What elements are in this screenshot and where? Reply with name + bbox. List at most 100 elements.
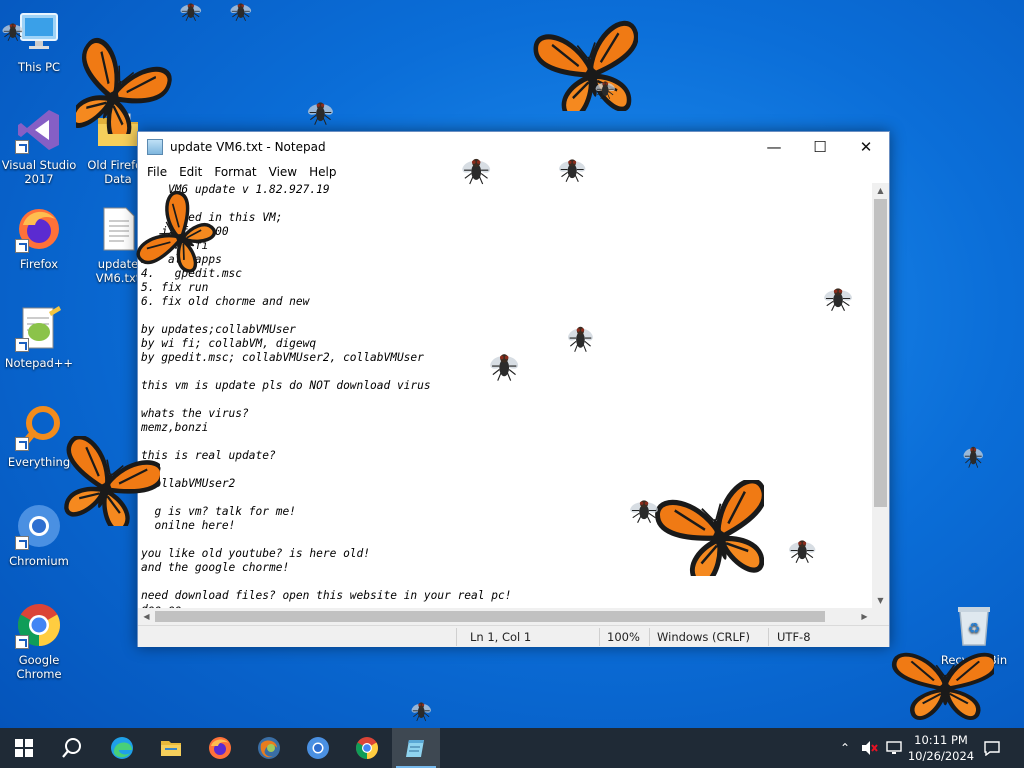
- editor-line: and the google chorme!: [141, 561, 290, 574]
- desktop-icon-google-chrome[interactable]: Google Chrome: [1, 601, 77, 681]
- vertical-scroll-thumb[interactable]: [874, 199, 887, 507]
- chrome-icon: [356, 737, 378, 759]
- clock-date: 10/26/2024: [907, 749, 975, 763]
- editor-line: onilne here!: [141, 519, 236, 532]
- editor-line: fixed in this VM;: [141, 211, 283, 224]
- editor-line: 5. fix run: [141, 281, 209, 294]
- taskbar-firefox[interactable]: [196, 728, 244, 768]
- desktop-icon-label: Chromium: [9, 554, 69, 568]
- desktop-icon-label: Notepad++: [4, 356, 74, 370]
- notification-icon: [984, 741, 1000, 756]
- folder-icon: [94, 106, 142, 154]
- taskbar-edge[interactable]: [98, 728, 146, 768]
- start-button[interactable]: [0, 728, 48, 768]
- computer-icon: [15, 8, 63, 56]
- vertical-scrollbar[interactable]: ▲ ▼: [872, 183, 889, 608]
- horizontal-scrollbar[interactable]: ◀ ▶: [138, 608, 873, 625]
- taskbar-notepad[interactable]: [392, 728, 440, 768]
- maximize-button[interactable]: ☐: [797, 132, 843, 161]
- desktop-icon-label: Everything: [7, 455, 71, 469]
- status-position: Ln 1, Col 1: [470, 630, 532, 644]
- desktop-icon-notepadpp[interactable]: Notepad++: [1, 304, 77, 370]
- chrome-icon: [15, 601, 63, 649]
- svg-text:♻: ♻: [968, 621, 981, 637]
- network-icon: [886, 741, 902, 754]
- fly-icon: [178, 0, 210, 30]
- horizontal-scroll-thumb[interactable]: [155, 611, 825, 622]
- title-bar[interactable]: update VM6.txt - Notepad — ☐ ✕: [138, 132, 889, 161]
- editor-line: need download files? open this website i…: [141, 589, 512, 602]
- status-bar: Ln 1, Col 1 100% Windows (CRLF) UTF-8: [138, 625, 889, 647]
- desktop-icon-firefox[interactable]: Firefox: [1, 205, 77, 271]
- desktop-icon-label: This PC: [17, 60, 61, 74]
- editor-line: memz,bonzi: [141, 421, 209, 434]
- notepad-window[interactable]: update VM6.txt - Notepad — ☐ ✕ File Edit…: [137, 131, 890, 647]
- menu-format[interactable]: Format: [208, 165, 262, 179]
- scroll-left-icon[interactable]: ◀: [138, 608, 155, 625]
- firefox-icon: [15, 205, 63, 253]
- close-button[interactable]: ✕: [843, 132, 889, 161]
- taskbar-chrome[interactable]: [343, 728, 391, 768]
- editor-line: 4. gpedit.msc: [141, 267, 243, 280]
- old-firefox-icon: [258, 737, 280, 759]
- editor-line: g is vm? talk for me!: [141, 505, 296, 518]
- notepadpp-icon: [15, 304, 63, 352]
- desktop-icon-label: Visual Studio 2017: [1, 158, 77, 186]
- fly-icon: [594, 78, 624, 108]
- text-file-icon: [94, 205, 142, 253]
- status-encoding: UTF-8: [777, 630, 811, 644]
- chromium-icon: [307, 737, 329, 759]
- tray-network[interactable]: [884, 728, 904, 768]
- taskbar-clock[interactable]: 10:11 PM 10/26/2024: [906, 732, 976, 764]
- desktop-icon-recycle-bin[interactable]: ♻ Recycle Bin: [936, 601, 1012, 667]
- editor-line: by gpedit.msc; collabVMUser2, collabVMUs…: [141, 351, 424, 364]
- tray-volume[interactable]: [858, 728, 880, 768]
- edge-icon: [111, 737, 133, 759]
- editor-line: ix fps 100: [141, 225, 229, 238]
- desktop-icon-this-pc[interactable]: This PC: [1, 8, 77, 74]
- recycle-bin-icon: ♻: [950, 601, 998, 649]
- clock-time: 10:11 PM: [914, 733, 968, 747]
- taskbar-file-explorer[interactable]: [147, 728, 195, 768]
- firefox-icon: [209, 737, 231, 759]
- menu-help[interactable]: Help: [303, 165, 342, 179]
- editor-line: collabVMUser2: [141, 477, 236, 490]
- search-button[interactable]: [48, 728, 96, 768]
- scroll-up-icon[interactable]: ▲: [872, 183, 889, 198]
- editor-line: this vm is update pls do NOT download vi…: [141, 379, 431, 392]
- window-title: update VM6.txt - Notepad: [170, 139, 326, 154]
- tray-overflow-chevron[interactable]: ⌃: [836, 728, 854, 768]
- editor-line: this is real update?: [141, 449, 276, 462]
- editor-line: by wi fi; collabVM, digewq: [141, 337, 317, 350]
- minimize-button[interactable]: —: [751, 132, 797, 161]
- chevron-up-icon: ⌃: [839, 741, 851, 755]
- chromium-icon: [15, 502, 63, 550]
- file-explorer-icon: [161, 741, 181, 756]
- notepad-icon: [406, 740, 424, 757]
- fly-icon: [306, 98, 340, 132]
- taskbar-old-firefox[interactable]: [245, 728, 293, 768]
- menu-view[interactable]: View: [263, 165, 303, 179]
- taskbar: ⌃ 10:11 PM 10/26/2024: [0, 728, 1024, 768]
- menu-bar: File Edit Format View Help: [138, 161, 889, 183]
- desktop-icon-visual-studio[interactable]: Visual Studio 2017: [1, 106, 77, 186]
- action-center-button[interactable]: [980, 728, 1004, 768]
- desktop-icon-everything[interactable]: Everything: [1, 403, 77, 469]
- editor-line: x wi fi: [141, 239, 209, 252]
- editor-line: whats the virus?: [141, 407, 249, 420]
- text-editor[interactable]: VM6 update v 1.82.927.19 fixed in this V…: [138, 183, 873, 608]
- editor-line: VM6 update v 1.82.927.19: [141, 183, 330, 196]
- fly-icon: [962, 440, 992, 476]
- menu-file[interactable]: File: [141, 165, 173, 179]
- menu-edit[interactable]: Edit: [173, 165, 208, 179]
- notepad-app-icon: [147, 138, 163, 155]
- scroll-down-icon[interactable]: ▼: [872, 593, 889, 608]
- volume-muted-icon: [862, 741, 878, 755]
- taskbar-chromium[interactable]: [294, 728, 342, 768]
- scroll-right-icon[interactable]: ▶: [856, 608, 873, 625]
- desktop-icon-chromium[interactable]: Chromium: [1, 502, 77, 568]
